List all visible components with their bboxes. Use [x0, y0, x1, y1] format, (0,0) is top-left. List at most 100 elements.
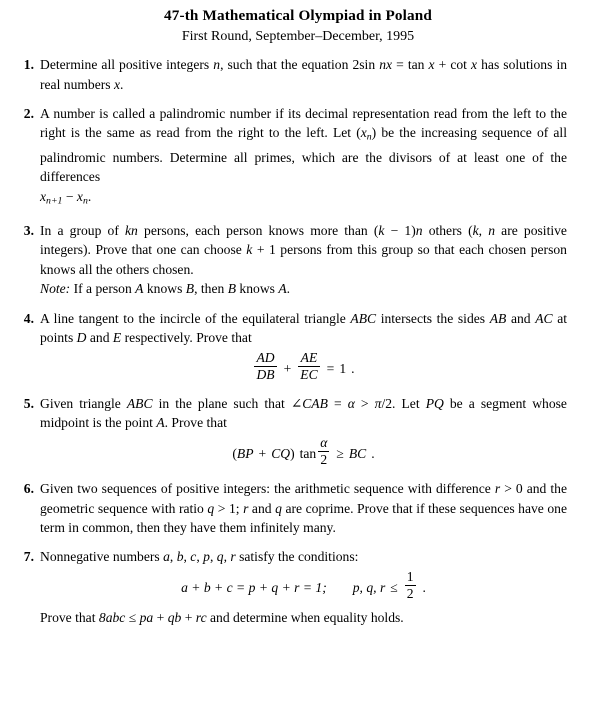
p7-frac-denominator: 2: [406, 586, 414, 602]
p5-bc: BC: [348, 446, 367, 462]
p6-r2: r: [243, 500, 249, 516]
frac2-denominator: EC: [300, 367, 318, 383]
p6-q1: q: [207, 500, 215, 516]
p3-part4: others (: [428, 222, 473, 238]
p7-vars: p, q, r: [352, 580, 386, 596]
p5-pq: PQ: [425, 395, 444, 411]
p3-part3: − 1): [390, 222, 416, 238]
p7-r: r: [230, 549, 236, 565]
p5-rparen: ): [290, 446, 295, 462]
p3-note-part5: .: [286, 281, 291, 297]
p4-part2: intersects the sides: [380, 310, 486, 326]
p5-tan: tan: [299, 446, 317, 462]
p3-note-part4: knows: [239, 281, 275, 297]
p5-geq: ≥: [336, 446, 344, 462]
p4-equals: =: [326, 360, 335, 376]
p4-part6: respectively. Prove that: [124, 330, 252, 346]
p7-c2: ,: [183, 549, 187, 565]
p7-p: p: [203, 549, 210, 565]
p4-part3: and: [510, 310, 531, 326]
problem-3-note: Note: If a person A knows B, then B know…: [40, 279, 567, 299]
p3-n1: n: [415, 222, 423, 238]
frac1-numerator: AD: [256, 349, 275, 365]
problem-number-5: 5.: [23, 395, 34, 411]
problem-7-equation: a + b + c = p + q + r = 1; p, q, r ≤ 1 2 …: [40, 568, 567, 604]
problem-number-3: 3.: [23, 222, 34, 238]
problem-item-3: 3. In a group of k n persons, each person…: [14, 221, 567, 299]
p6-part1: Given two sequences of positive integers…: [40, 481, 491, 497]
p5-part7: . Prove that: [164, 415, 227, 431]
p7-expr1: 8abc: [98, 609, 126, 625]
p5-part2: in the plane such that ∠: [158, 395, 303, 411]
p4-ab: AB: [489, 310, 507, 326]
p3-note-B2: B: [227, 281, 237, 297]
problem-item-7: 7. Nonnegative numbers a, b, c, p, q, r …: [14, 547, 567, 627]
p1-period: .: [120, 76, 124, 92]
p3-note-B1: B: [185, 281, 195, 297]
p7-lhs: a + b + c = p + q + r = 1;: [181, 580, 327, 596]
p1-eq-arg: nx: [379, 57, 393, 72]
p4-disp-period: .: [351, 360, 355, 376]
problem-7-closing: Prove that 8abc ≤ pa + qb + rc and deter…: [40, 608, 567, 628]
page-subtitle: First Round, September–December, 1995: [181, 29, 415, 44]
p1-eq-equals: =: [396, 57, 404, 72]
p4-part1: A line tangent to the incircle of the eq…: [40, 310, 346, 326]
p5-disp-period: .: [371, 446, 375, 462]
p5-alpha: α: [347, 395, 355, 411]
p6-q2: q: [275, 500, 282, 516]
p3-note-part2: knows: [146, 281, 183, 297]
p2-disp-sub1: n+1: [46, 195, 63, 207]
fraction-ae-ec: AE EC: [298, 349, 320, 383]
p3-note-A2: A: [278, 281, 287, 297]
p3-note-part1: If a person: [73, 281, 132, 297]
p1-eq-tan: tan: [407, 57, 425, 72]
p1-eq-sin: sin: [359, 57, 376, 72]
problem-text-1: Determine all positive integers n, such …: [40, 55, 567, 94]
p5-frac-denominator: 2: [320, 452, 328, 468]
p7-c1: ,: [169, 549, 174, 565]
problem-4-equation: AD DB + AE EC = 1.: [40, 349, 567, 385]
document-page: 47-th Mathematical Olympiad in Poland Fi…: [0, 0, 596, 706]
p3-part1: In a group of: [40, 222, 119, 238]
p7-expr4: rc: [195, 609, 207, 625]
p7-leq: ≤: [390, 580, 398, 596]
problem-number-6: 6.: [23, 481, 34, 497]
problem-number-7: 7.: [23, 549, 34, 565]
p4-rhs: 1: [339, 360, 347, 376]
p3-note-part3: , then: [194, 281, 225, 297]
p7-frac-numerator: 1: [406, 568, 414, 584]
p3-note-label: Note:: [40, 281, 71, 297]
p3-part2: persons, each person knows more than (: [144, 222, 379, 238]
p7-a: a: [163, 549, 170, 565]
p7-part2: satisfy the conditions:: [239, 549, 359, 565]
problem-item-1: 1. Determine all positive integers n, su…: [14, 55, 567, 94]
p5-cq: CQ: [271, 446, 291, 462]
problem-text-6: Given two sequences of positive integers…: [40, 479, 567, 538]
p6-part3: > 1;: [217, 500, 240, 516]
p7-close-part2: and determine when equality holds.: [210, 609, 404, 625]
p3-n2: n: [488, 222, 495, 238]
p7-close-plus1: +: [156, 609, 165, 625]
frac2-numerator: AE: [300, 349, 318, 365]
problem-text-2: A number is called a palindromic number …: [40, 104, 567, 187]
p7-c5: ,: [223, 549, 227, 565]
problem-item-5: 5. Given triangle ABC in the plane such …: [14, 394, 567, 470]
p5-part3: =: [333, 395, 342, 411]
fraction-ad-db: AD DB: [254, 349, 277, 383]
p4-abc: ABC: [350, 310, 377, 326]
problem-list: 1. Determine all positive integers n, su…: [0, 55, 596, 627]
p3-part5: ,: [478, 222, 483, 238]
p7-close-leq: ≤: [128, 609, 137, 625]
p5-bp: BP: [236, 446, 254, 462]
problem-item-4: 4. A line tangent to the incircle of the…: [14, 309, 567, 385]
p1-mid: , such that the equation: [220, 57, 349, 72]
p5-part5: /2. Let: [381, 395, 420, 411]
p4-ac: AC: [535, 310, 553, 326]
p2-disp-minus: −: [65, 188, 74, 204]
p3-k1: k: [378, 222, 385, 238]
problem-item-2: 2. A number is called a palindromic numb…: [14, 104, 567, 211]
p4-part5: and: [89, 330, 110, 346]
p2-disp-period: .: [87, 188, 92, 204]
fraction-one-half: 1 2: [404, 568, 416, 602]
problem-text-3: In a group of k n persons, each person kn…: [40, 221, 567, 280]
